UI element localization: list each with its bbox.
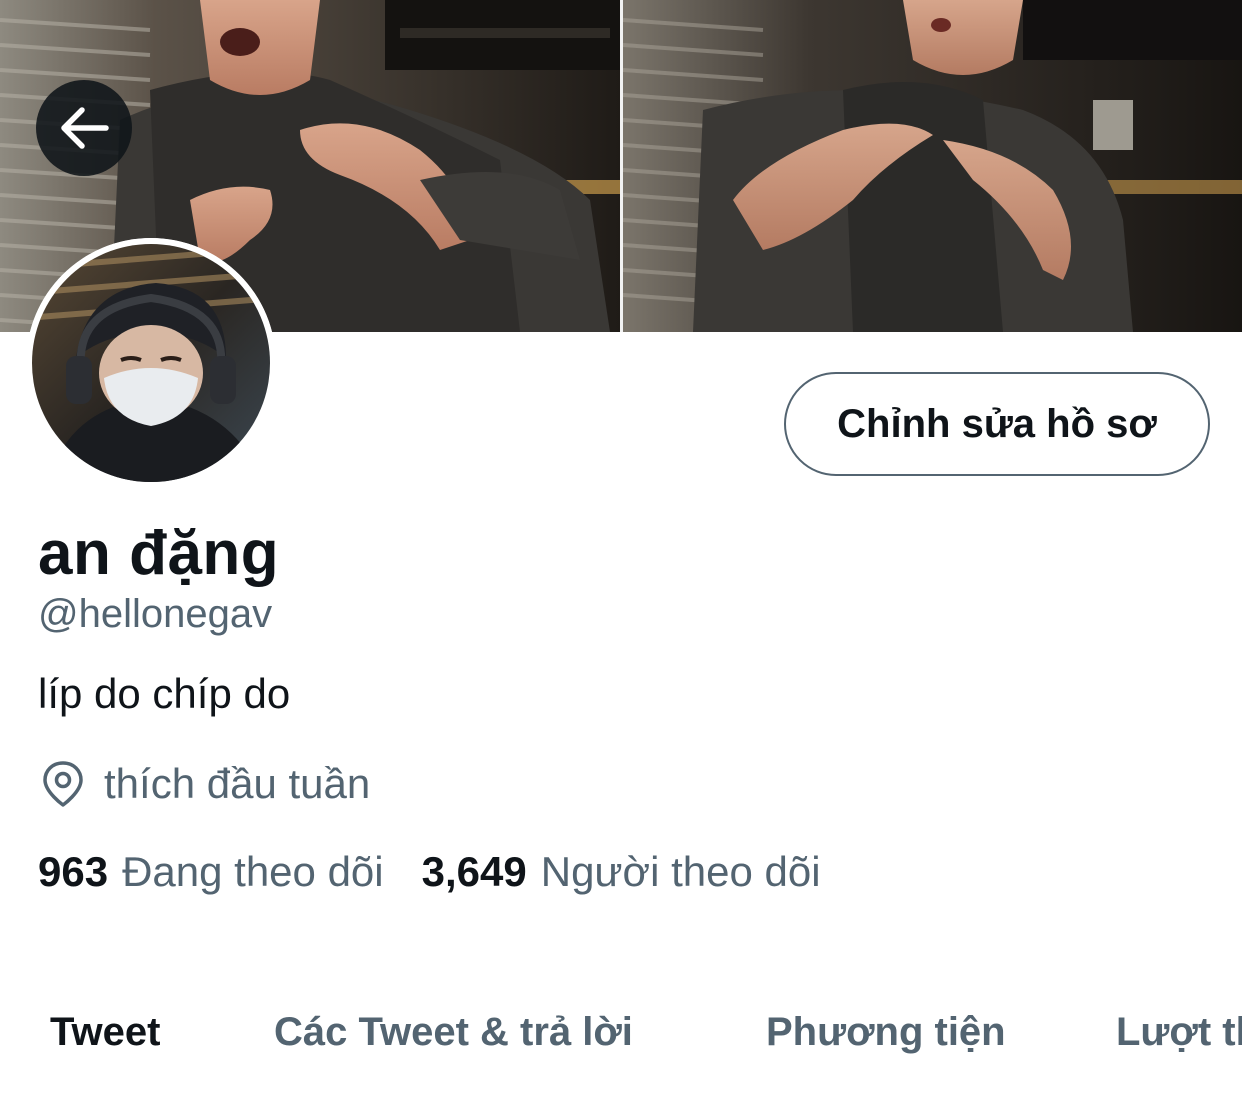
following-count: 963 — [38, 848, 109, 895]
back-button[interactable] — [36, 80, 132, 176]
following-link[interactable]: 963 Đang theo dõi — [38, 848, 384, 896]
edit-profile-button[interactable]: Chỉnh sửa hồ sơ — [784, 372, 1210, 476]
tab-tweets-replies[interactable]: Các Tweet & trả lời — [274, 1010, 633, 1055]
display-name: an đặng — [38, 519, 280, 588]
tab-media[interactable]: Phương tiện — [766, 1010, 1006, 1055]
tab-likes[interactable]: Lượt thích — [1116, 1010, 1242, 1055]
profile-tabs: Tweet Các Tweet & trả lời Phương tiện Lư… — [0, 1010, 1242, 1080]
followers-label: Người theo dõi — [540, 848, 821, 895]
profile-bio: líp do chíp do — [38, 670, 291, 717]
followers-link[interactable]: 3,649 Người theo dõi — [422, 848, 821, 896]
profile-location: thích đầu tuần — [38, 760, 370, 808]
profile-avatar[interactable] — [26, 238, 276, 488]
follow-stats: 963 Đang theo dõi 3,649 Người theo dõi — [38, 848, 821, 896]
arrow-left-icon — [61, 107, 109, 149]
tab-tweets[interactable]: Tweet — [50, 1010, 160, 1055]
map-pin-icon — [43, 761, 83, 807]
followers-count: 3,649 — [421, 848, 527, 895]
location-text: thích đầu tuần — [104, 760, 371, 807]
banner-photo-right — [623, 0, 1242, 332]
following-label: Đang theo dõi — [122, 848, 384, 895]
user-handle: @hellonegav — [38, 592, 273, 636]
